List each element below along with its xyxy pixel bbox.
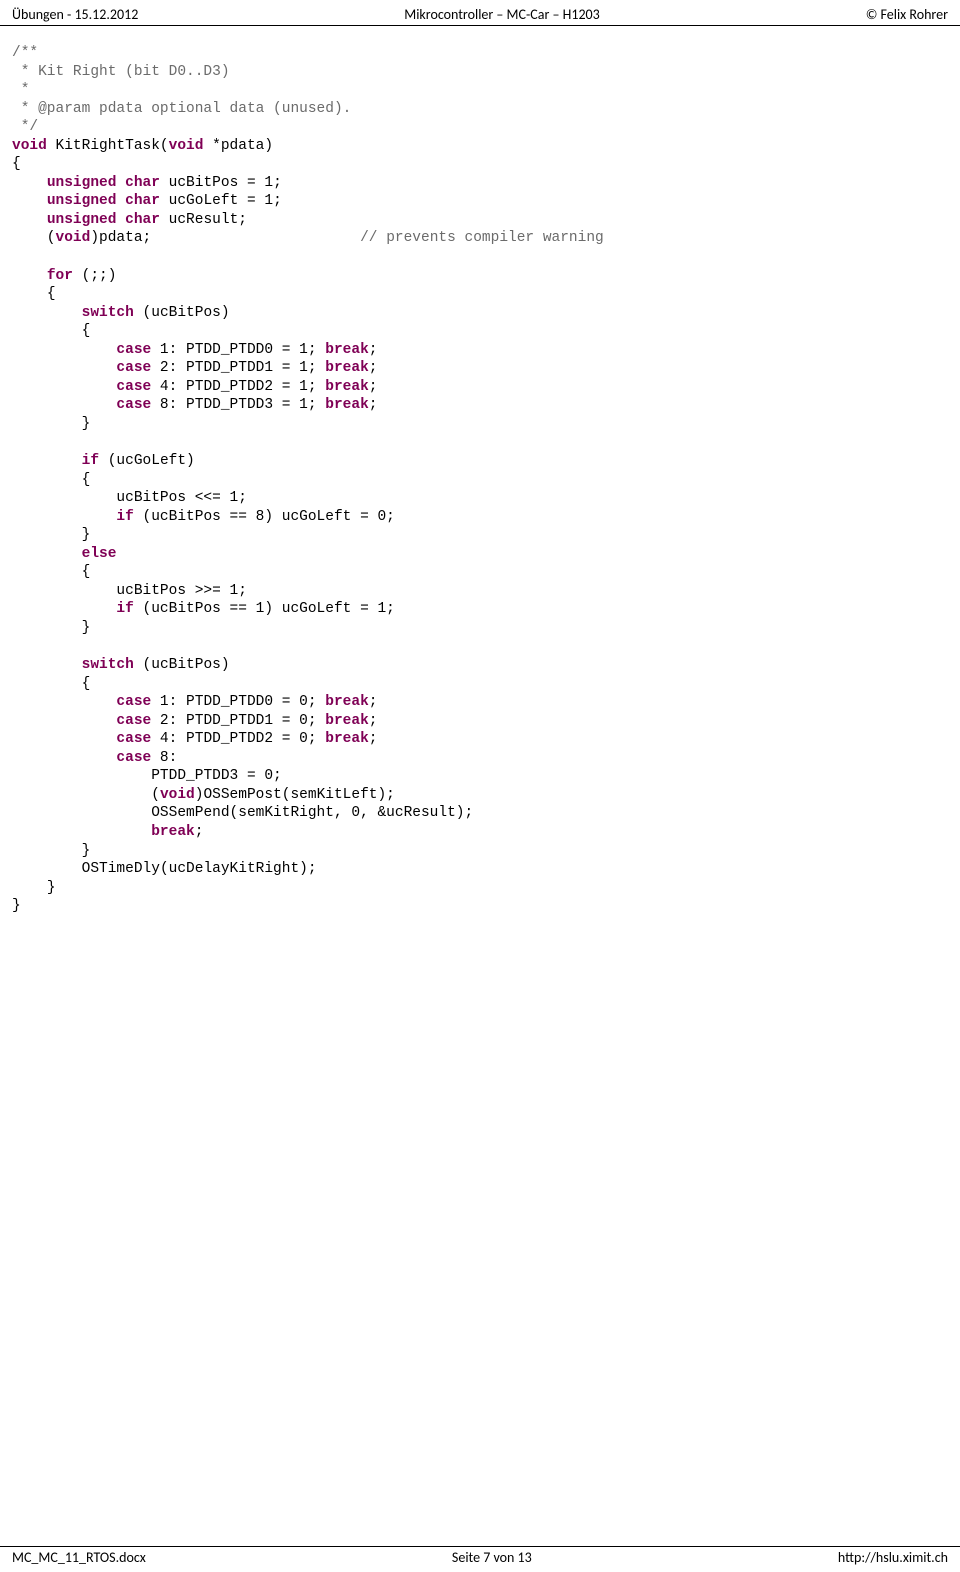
keyword-if: if bbox=[116, 601, 133, 617]
code-text: ; bbox=[369, 360, 378, 376]
code-text: )OSSemPost(semKitLeft); bbox=[195, 787, 395, 803]
code-text: ; bbox=[369, 397, 378, 413]
keyword-void: void bbox=[12, 138, 47, 154]
keyword-switch: switch bbox=[82, 305, 134, 321]
code-text: ( bbox=[151, 787, 160, 803]
keyword-char: char bbox=[125, 212, 160, 228]
code-text: OSTimeDly(ucDelayKitRight); bbox=[82, 861, 317, 877]
comment-line: */ bbox=[12, 119, 38, 135]
code-text: (ucBitPos) bbox=[134, 657, 230, 673]
keyword-unsigned: unsigned bbox=[47, 175, 117, 191]
keyword-case: case bbox=[116, 342, 151, 358]
page-header: Übungen - 15.12.2012 Mikrocontroller – M… bbox=[0, 0, 960, 26]
keyword-void: void bbox=[169, 138, 204, 154]
keyword-unsigned: unsigned bbox=[47, 193, 117, 209]
code-text: ucBitPos = 1; bbox=[160, 175, 282, 191]
footer-right: http://hslu.ximit.ch bbox=[838, 1549, 948, 1566]
keyword-break: break bbox=[325, 713, 369, 729]
code-text: 1: PTDD_PTDD0 = 1; bbox=[151, 342, 325, 358]
code-text: 8: PTDD_PTDD3 = 1; bbox=[151, 397, 325, 413]
code-text: (ucBitPos == 1) ucGoLeft = 1; bbox=[134, 601, 395, 617]
code-text: 4: PTDD_PTDD2 = 1; bbox=[151, 379, 325, 395]
brace: } bbox=[82, 416, 91, 432]
brace: { bbox=[82, 676, 91, 692]
keyword-case: case bbox=[116, 713, 151, 729]
keyword-switch: switch bbox=[82, 657, 134, 673]
keyword-char: char bbox=[125, 175, 160, 191]
keyword-case: case bbox=[116, 397, 151, 413]
code-text: OSSemPend(semKitRight, 0, &ucResult); bbox=[151, 805, 473, 821]
code-text: ucResult; bbox=[160, 212, 247, 228]
keyword-unsigned: unsigned bbox=[47, 212, 117, 228]
keyword-char: char bbox=[125, 193, 160, 209]
header-center: Mikrocontroller – MC-Car – H1203 bbox=[404, 6, 599, 23]
code-text: 1: PTDD_PTDD0 = 0; bbox=[151, 694, 325, 710]
keyword-else: else bbox=[82, 546, 117, 562]
code-text: (ucBitPos == 8) ucGoLeft = 0; bbox=[134, 509, 395, 525]
keyword-if: if bbox=[82, 453, 99, 469]
code-text: ; bbox=[369, 342, 378, 358]
footer-left: MC_MC_11_RTOS.docx bbox=[12, 1549, 146, 1566]
code-text: ; bbox=[195, 824, 204, 840]
code-text: ; bbox=[369, 731, 378, 747]
brace: { bbox=[82, 323, 91, 339]
keyword-case: case bbox=[116, 694, 151, 710]
comment-line: /** bbox=[12, 45, 38, 61]
keyword-void: void bbox=[160, 787, 195, 803]
keyword-case: case bbox=[116, 750, 151, 766]
keyword-if: if bbox=[116, 509, 133, 525]
brace: { bbox=[82, 564, 91, 580]
code-text: 2: PTDD_PTDD1 = 0; bbox=[151, 713, 325, 729]
keyword-break: break bbox=[325, 694, 369, 710]
comment-line: * bbox=[12, 82, 29, 98]
code-text: ucBitPos >>= 1; bbox=[116, 583, 247, 599]
header-left: Übungen - 15.12.2012 bbox=[12, 6, 138, 23]
keyword-for: for bbox=[47, 268, 73, 284]
code-text: (ucBitPos) bbox=[134, 305, 230, 321]
code-block: /** * Kit Right (bit D0..D3) * * @param … bbox=[0, 26, 960, 934]
comment-line: * @param pdata optional data (unused). bbox=[12, 101, 351, 117]
code-text: ucGoLeft = 1; bbox=[160, 193, 282, 209]
comment-line: * Kit Right (bit D0..D3) bbox=[12, 64, 230, 80]
keyword-void: void bbox=[56, 230, 91, 246]
code-text: (ucGoLeft) bbox=[99, 453, 195, 469]
code-text: ; bbox=[369, 694, 378, 710]
comment-line: // prevents compiler warning bbox=[360, 230, 604, 246]
keyword-case: case bbox=[116, 379, 151, 395]
code-text: PTDD_PTDD3 = 0; bbox=[151, 768, 282, 784]
brace: } bbox=[82, 527, 91, 543]
code-text: KitRightTask( bbox=[47, 138, 169, 154]
code-text: ; bbox=[369, 379, 378, 395]
keyword-break: break bbox=[325, 360, 369, 376]
brace: { bbox=[47, 286, 56, 302]
code-text: )pdata; bbox=[90, 230, 151, 246]
footer-center: Seite 7 von 13 bbox=[452, 1549, 532, 1566]
code-text: (;;) bbox=[73, 268, 117, 284]
code-text: *pdata) bbox=[203, 138, 273, 154]
keyword-break: break bbox=[325, 731, 369, 747]
code-text: 2: PTDD_PTDD1 = 1; bbox=[151, 360, 325, 376]
code-text: 8: bbox=[151, 750, 177, 766]
brace: { bbox=[82, 472, 91, 488]
page-footer: MC_MC_11_RTOS.docx Seite 7 von 13 http:/… bbox=[0, 1546, 960, 1572]
keyword-break: break bbox=[325, 342, 369, 358]
header-right: © Felix Rohrer bbox=[866, 6, 948, 23]
keyword-case: case bbox=[116, 360, 151, 376]
keyword-break: break bbox=[325, 397, 369, 413]
brace: } bbox=[82, 620, 91, 636]
brace: } bbox=[47, 880, 56, 896]
code-text: 4: PTDD_PTDD2 = 0; bbox=[151, 731, 325, 747]
brace: } bbox=[12, 898, 21, 914]
brace: } bbox=[82, 843, 91, 859]
code-text: ; bbox=[369, 713, 378, 729]
brace: { bbox=[12, 156, 21, 172]
keyword-break: break bbox=[151, 824, 195, 840]
keyword-case: case bbox=[116, 731, 151, 747]
keyword-break: break bbox=[325, 379, 369, 395]
code-text: ucBitPos <<= 1; bbox=[116, 490, 247, 506]
